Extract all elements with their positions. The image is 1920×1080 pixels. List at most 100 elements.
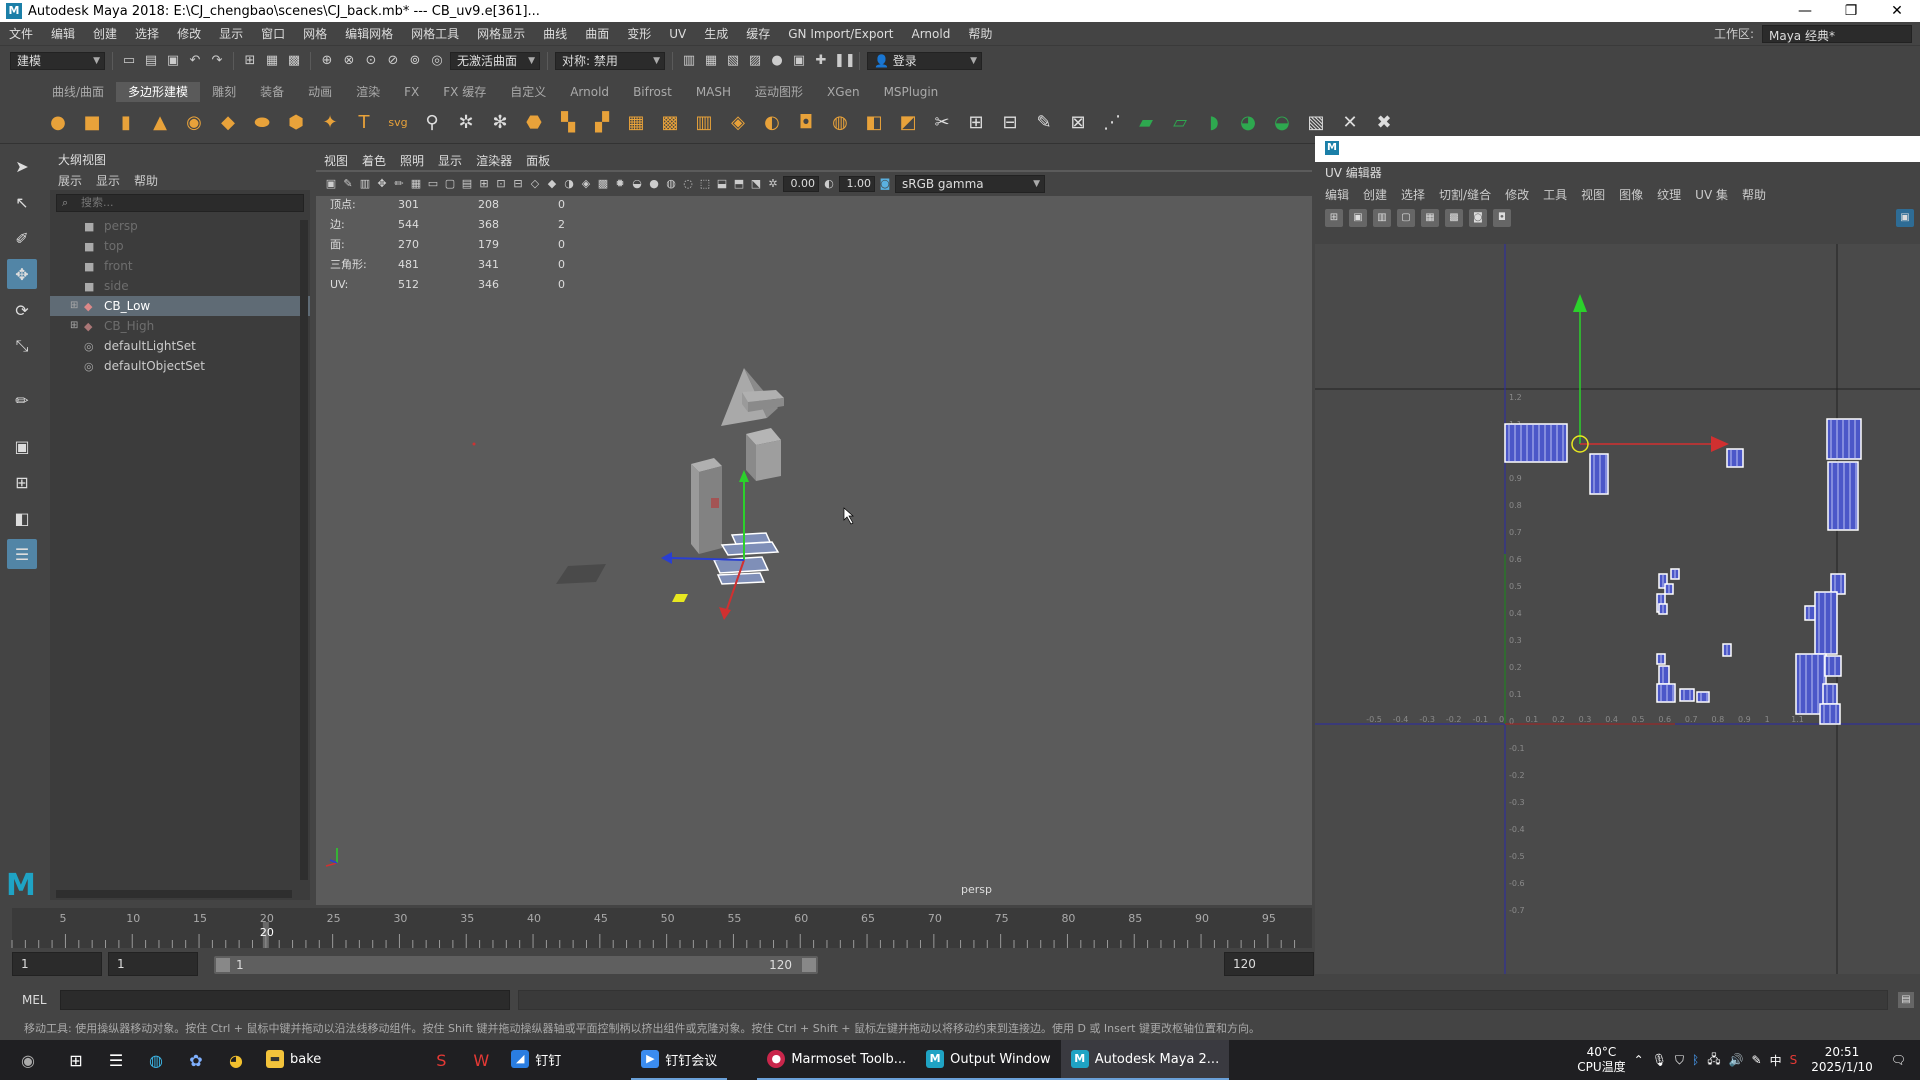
mode-menu-select[interactable]: 建模 (10, 52, 105, 70)
fill-hole-icon[interactable]: ◘ (792, 109, 820, 137)
viewport-menu-shading[interactable]: 着色 (362, 152, 386, 169)
connect-icon[interactable]: ⊟ (996, 109, 1024, 137)
new-scene-icon[interactable]: ▭ (120, 52, 138, 70)
range-bar[interactable]: 1 120 (214, 956, 818, 974)
film-gate-icon[interactable]: ▭ (426, 177, 440, 191)
menu-select[interactable]: 选择 (126, 25, 168, 42)
volume-icon[interactable]: 🔊 (1729, 1053, 1744, 1067)
shelf-tab-xgen[interactable]: XGen (815, 82, 872, 102)
shelf-tab-motion-graphics[interactable]: 运动图形 (743, 82, 815, 102)
chrome-icon[interactable]: ◕ (216, 1040, 256, 1080)
menu-gn-import-export[interactable]: GN Import/Export (779, 27, 902, 41)
shelf-tab-custom[interactable]: 自定义 (498, 82, 558, 102)
outliner-hscrollbar[interactable] (56, 890, 292, 898)
viewport-menu-panels[interactable]: 面板 (526, 152, 550, 169)
menu-mesh-tools[interactable]: 网格工具 (402, 25, 468, 42)
menu-mesh[interactable]: 网格 (294, 25, 336, 42)
outliner-item[interactable]: ◎ defaultObjectSet (50, 356, 310, 376)
outliner-item[interactable]: ■ top (50, 236, 310, 256)
auto-uv-icon[interactable]: ▱ (1166, 109, 1194, 137)
platonic-solid-icon[interactable]: ⬢ (282, 109, 310, 137)
shelf-tab-mash[interactable]: MASH (684, 82, 743, 102)
uv-menu-uv-sets[interactable]: UV 集 (1695, 186, 1728, 203)
shadows-icon[interactable]: ◒ (630, 177, 644, 191)
type-tool-icon[interactable]: T (350, 109, 378, 137)
separate-icon[interactable]: ▚ (554, 109, 582, 137)
bevel-icon[interactable]: ◍ (826, 109, 854, 137)
motion-blur-icon[interactable]: ◍ (664, 177, 678, 191)
snap-view-plane-icon[interactable]: ⊚ (406, 52, 424, 70)
isolate-select-icon[interactable]: ⬚ (698, 177, 712, 191)
minimize-button[interactable]: — (1782, 3, 1828, 19)
select-component-icon[interactable]: ▩ (285, 52, 303, 70)
uv-menu-cut-sew[interactable]: 切割/缝合 (1439, 186, 1491, 203)
network-icon[interactable]: 🖧 (1707, 1050, 1720, 1071)
poly-cone-icon[interactable]: ▲ (146, 109, 174, 137)
mel-label[interactable]: MEL (0, 993, 60, 1007)
paint-select-icon[interactable]: ✐ (7, 223, 37, 253)
ai-app-icon[interactable]: ✿ (176, 1040, 216, 1080)
menu-window[interactable]: 窗口 (252, 25, 294, 42)
menu-edit[interactable]: 编辑 (42, 25, 84, 42)
outliner-menu-show[interactable]: 展示 (58, 172, 82, 189)
shield-icon[interactable]: ⛉ (1675, 1053, 1684, 1068)
wireframe-icon[interactable]: ◇ (528, 177, 542, 191)
shelf-tab-bifrost[interactable]: Bifrost (621, 82, 684, 102)
edge-loop-icon[interactable]: ⊠ (1064, 109, 1092, 137)
time-slider[interactable]: 5 10 15 20 25 30 35 40 45 50 55 60 65 70 75 80 85 90 95 20 (0, 908, 1315, 948)
smooth-icon[interactable]: ▦ (622, 109, 650, 137)
move-tool-icon[interactable]: ✥ (7, 259, 37, 289)
smooth-shade-icon[interactable]: ◆ (545, 177, 559, 191)
viewport-menu-show[interactable]: 显示 (438, 152, 462, 169)
uv-checker-icon[interactable]: ▦ (1421, 209, 1439, 227)
menu-deform[interactable]: 变形 (618, 25, 660, 42)
uv-texture-borders-icon[interactable]: ▢ (1397, 209, 1415, 227)
camera-uv-icon[interactable]: ◒ (1268, 109, 1296, 137)
menu-surfaces[interactable]: 曲面 (576, 25, 618, 42)
shelf-tab-rigging[interactable]: 装备 (248, 82, 296, 102)
uv-distortion-icon[interactable]: ▥ (1373, 209, 1391, 227)
range-handle-start[interactable] (216, 958, 230, 972)
uv-toolkit-icon[interactable]: ⊞ (1325, 209, 1343, 227)
script-editor-icon[interactable]: ▤ (1898, 992, 1914, 1008)
shelf-tab-arnold[interactable]: Arnold (558, 82, 621, 102)
menu-create[interactable]: 创建 (84, 25, 126, 42)
menu-curves[interactable]: 曲线 (534, 25, 576, 42)
viewport-menu-view[interactable]: 视图 (324, 152, 348, 169)
taskbar-app[interactable]: ▶ 钉钉会议 (631, 1040, 728, 1080)
wireframe-on-shaded-icon[interactable]: ◈ (579, 177, 593, 191)
target-weld-icon[interactable]: ⊞ (962, 109, 990, 137)
four-view-icon[interactable]: ⊞ (7, 467, 37, 497)
grid-icon[interactable]: ▦ (409, 177, 423, 191)
viewport-menu-renderer[interactable]: 渲染器 (476, 152, 512, 169)
color-management-icon[interactable]: ◙ (878, 177, 892, 191)
render-setup-icon[interactable]: ▣ (790, 52, 808, 70)
safe-action-icon[interactable]: ⊡ (494, 177, 508, 191)
pen-icon[interactable]: ✎ (1752, 1053, 1762, 1067)
login-select[interactable]: 👤 登录 (867, 52, 982, 70)
hypershade-icon[interactable]: ● (768, 52, 786, 70)
safe-title-icon[interactable]: ⊟ (511, 177, 525, 191)
shelf-tab-rendering[interactable]: 渲染 (344, 82, 392, 102)
shelf-tab-fx-caching[interactable]: FX 缓存 (431, 82, 498, 102)
outliner-item[interactable]: ■ persp (50, 216, 310, 236)
uv-image-icon[interactable]: ◙ (1469, 209, 1487, 227)
cpu-temp[interactable]: 40°C CPU温度 (1577, 1045, 1625, 1075)
outliner-item[interactable]: ⊞ ◆ CB_High (50, 316, 310, 336)
taskbar-app[interactable]: ▬ bake (256, 1040, 331, 1080)
reduce-icon[interactable]: ▩ (656, 109, 684, 137)
view-transform-select[interactable]: sRGB gamma (895, 175, 1045, 193)
default-material-icon[interactable]: ◑ (562, 177, 576, 191)
render-view-icon[interactable]: ▥ (680, 52, 698, 70)
shelf-tab-fx[interactable]: FX (392, 82, 431, 102)
poly-torus-icon[interactable]: ◉ (180, 109, 208, 137)
multi-cut-icon[interactable]: ✂ (928, 109, 956, 137)
bluetooth-icon[interactable]: ᛒ (1692, 1053, 1699, 1067)
shelf-tab-sculpting[interactable]: 雕刻 (200, 82, 248, 102)
redo-icon[interactable]: ↷ (208, 52, 226, 70)
taskbar-app[interactable]: ● Marmoset Toolb... (757, 1040, 917, 1080)
bridge-icon[interactable]: ◧ (860, 109, 888, 137)
pause-icon[interactable]: ❚❚ (834, 52, 856, 70)
outliner-item[interactable]: ◎ defaultLightSet (50, 336, 310, 356)
boolean-icon[interactable]: ◐ (758, 109, 786, 137)
